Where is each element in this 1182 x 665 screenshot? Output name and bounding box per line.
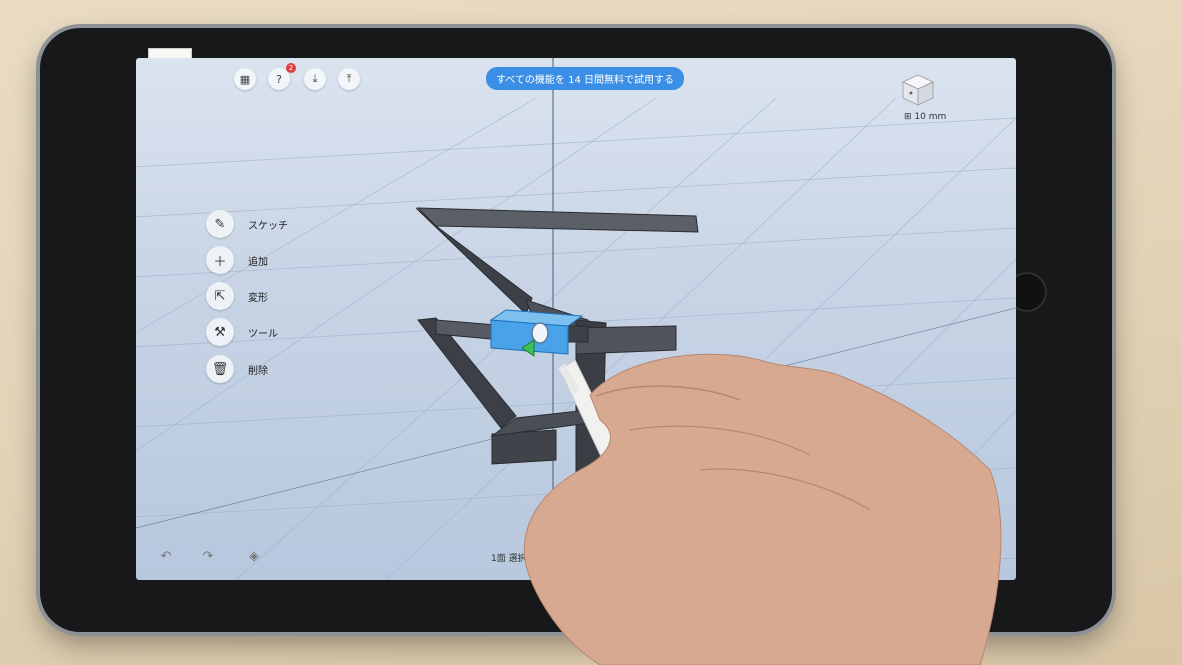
layers-icon[interactable]: ◈ xyxy=(242,544,266,568)
tool-label: 追加 xyxy=(248,256,268,268)
grid-menu-icon[interactable]: ▦ xyxy=(234,68,256,90)
redo-icon[interactable]: ↷ xyxy=(196,544,220,568)
export-icon[interactable]: ⤒ xyxy=(338,68,360,90)
tool-label: 削除 xyxy=(248,365,268,377)
tool-transform[interactable]: ⇱ 変形 xyxy=(206,282,268,310)
selection-status: 1面 選択 xyxy=(491,554,527,564)
trash-icon: 🗑 xyxy=(206,355,234,383)
tool-tools[interactable]: ⚒ ツール xyxy=(206,318,278,346)
undo-icon[interactable]: ↶ xyxy=(154,544,178,568)
tool-delete[interactable]: 🗑 削除 xyxy=(206,355,268,383)
tool-add[interactable]: ＋ 追加 xyxy=(206,246,268,274)
tool-label: ツール xyxy=(248,328,278,340)
trial-banner[interactable]: すべての機能を 14 日間無料で試用する xyxy=(486,67,684,90)
tool-label: 変形 xyxy=(248,292,268,304)
app-screen: ▦ ? 2 ⤓ ⤒ すべての機能を 14 日間無料で試用する ⊞ 10 mm ✎… xyxy=(136,58,1016,580)
pencil-icon: ✎ xyxy=(206,210,234,238)
hammer-icon: ⚒ xyxy=(206,318,234,346)
notification-badge: 2 xyxy=(286,63,296,73)
transform-icon: ⇱ xyxy=(206,282,234,310)
tool-sketch[interactable]: ✎ スケッチ xyxy=(206,210,288,238)
plus-icon: ＋ xyxy=(206,246,234,274)
view-cube-icon[interactable] xyxy=(900,72,936,108)
import-icon[interactable]: ⤓ xyxy=(304,68,326,90)
tool-label: スケッチ xyxy=(248,220,288,232)
grid-size-label: ⊞ 10 mm xyxy=(904,112,947,122)
